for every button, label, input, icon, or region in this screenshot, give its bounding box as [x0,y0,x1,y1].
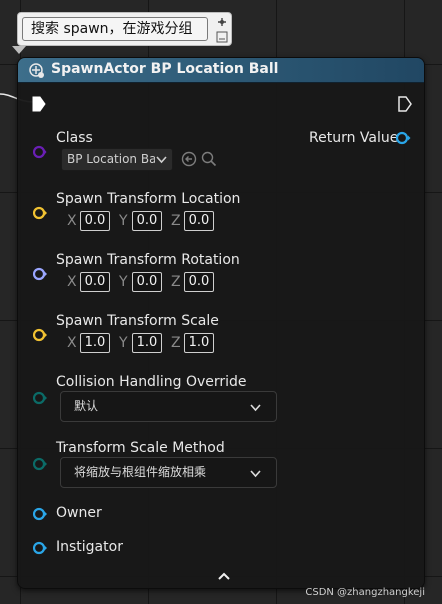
location-x-field[interactable]: 0.0 [80,211,110,231]
location-z-field[interactable]: 0.0 [184,211,214,231]
exec-in-pin-icon[interactable] [32,96,46,112]
owner-label: Owner [56,505,102,521]
rotation-z-field[interactable]: 0.0 [184,272,214,292]
rotation-label: Spawn Transform Rotation [56,252,240,268]
return-value-pin-icon[interactable] [395,131,411,145]
location-y-field[interactable]: 0.0 [132,211,162,231]
instigator-pin-icon[interactable] [33,541,49,555]
scale-x-field[interactable]: 1.0 [80,333,110,353]
collision-label: Collision Handling Override [56,374,247,390]
class-label: Class [56,130,93,146]
watermark: CSDN @zhangzhangkeji [305,587,425,598]
spawn-function-icon [29,63,44,78]
scale-z-field[interactable]: 1.0 [184,333,214,353]
scale-method-pin-icon[interactable] [33,457,49,471]
rotation-y-field[interactable]: 0.0 [132,272,162,292]
location-label: Spawn Transform Location [56,191,241,207]
rotation-x-field[interactable]: 0.0 [80,272,110,292]
rotation-pin-icon[interactable] [33,267,49,281]
class-pin-icon[interactable] [33,145,47,159]
collapse-comment-icon[interactable] [216,31,228,43]
scale-y-field[interactable]: 1.0 [132,333,162,353]
comment-tail [12,46,26,54]
chevron-down-icon [250,404,261,412]
node-comment[interactable]: 搜索 spawn，在游戏分组 [17,12,232,46]
scale-method-dropdown-value: 将缩放与根组件缩放相乘 [74,465,207,479]
scale-y-axis: Y [119,335,128,351]
collapse-advanced-chevron-icon[interactable] [217,570,231,582]
location-pin-icon[interactable] [33,206,49,220]
scale-method-dropdown[interactable]: 将缩放与根组件缩放相乘 [60,457,277,488]
rotation-x-axis: X [67,274,77,290]
spawn-actor-node[interactable]: SpawnActor BP Location Ball Class BP Loc… [17,57,425,589]
owner-pin-icon[interactable] [33,507,49,521]
use-selected-asset-icon[interactable] [181,151,197,167]
exec-out-pin-icon[interactable] [398,96,412,112]
class-select[interactable]: BP Location Ball [61,148,173,171]
return-value-label: Return Value [309,130,399,146]
scale-z-axis: Z [171,335,181,351]
pin-comment-icon[interactable] [215,15,229,29]
instigator-label: Instigator [56,539,123,555]
rotation-z-axis: Z [171,274,181,290]
chevron-down-icon [156,156,167,164]
chevron-down-icon [250,470,261,478]
browse-asset-search-icon[interactable] [201,151,217,167]
class-select-value: BP Location Ball [67,152,155,166]
rotation-y-axis: Y [119,274,128,290]
scale-label: Spawn Transform Scale [56,313,219,329]
node-title: SpawnActor BP Location Ball [51,61,279,77]
location-y-axis: Y [119,213,128,229]
scale-pin-icon[interactable] [33,328,49,342]
collision-dropdown[interactable]: 默认 [60,391,277,422]
collision-dropdown-value: 默认 [74,399,99,413]
scale-x-axis: X [67,335,77,351]
location-x-axis: X [67,213,77,229]
location-z-axis: Z [171,213,181,229]
comment-text[interactable]: 搜索 spawn，在游戏分组 [22,17,208,41]
node-header[interactable]: SpawnActor BP Location Ball [18,58,424,83]
scale-method-label: Transform Scale Method [56,440,225,456]
collision-pin-icon[interactable] [33,391,49,405]
